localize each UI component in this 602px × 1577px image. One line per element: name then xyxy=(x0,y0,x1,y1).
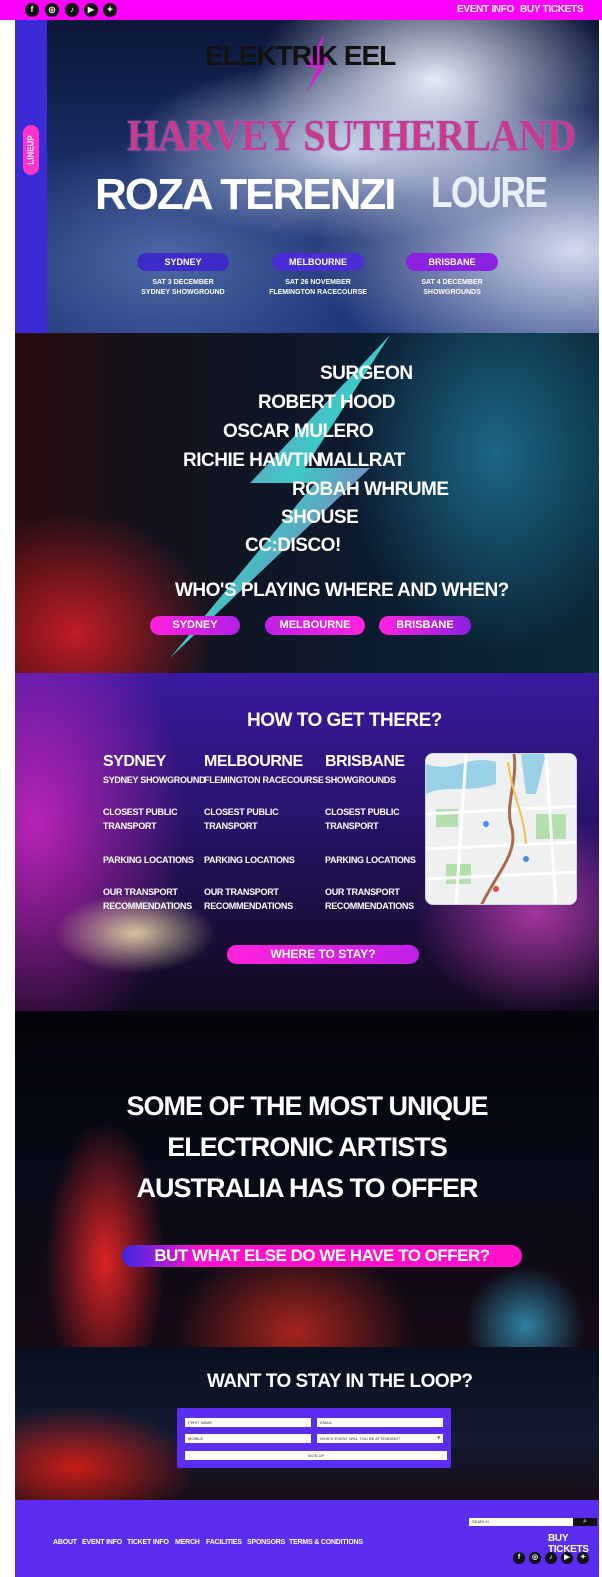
newsletter-section: WANT TO STAY IN THE LOOP? FIRST NAME EMA… xyxy=(15,1347,599,1500)
footer-buy-tickets[interactable]: BUY TICKETS xyxy=(548,1533,599,1555)
first-name-field[interactable]: FIRST NAME xyxy=(185,1418,311,1427)
tiktok-icon[interactable]: ♪ xyxy=(545,1552,557,1564)
public-transport-link[interactable]: CLOSEST PUBLIC TRANSPORT xyxy=(325,805,405,853)
how-to-get-there-title: HOW TO GET THERE? xyxy=(247,710,442,731)
where-to-stay-button[interactable]: WHERE TO STAY? xyxy=(227,945,419,964)
who-pill-brisbane[interactable]: BRISBANE xyxy=(379,616,471,635)
event-select-label: WHICH EVENT WILL YOU BE ATTENDING? xyxy=(320,1436,401,1441)
artist-shouse[interactable]: SHOUSE xyxy=(281,507,359,529)
transport-city: MELBOURNE xyxy=(204,753,303,770)
unique-line-3: AUSTRALIA HAS TO OFFER xyxy=(136,1173,479,1203)
facebook-icon[interactable]: f xyxy=(25,3,39,17)
parking-link[interactable]: PARKING LOCATIONS xyxy=(204,853,324,885)
email-field[interactable]: EMAIL xyxy=(317,1418,443,1427)
venue-text: SYDNEY SHOWGROUND xyxy=(141,289,225,296)
event-select[interactable]: WHICH EVENT WILL YOU BE ATTENDING? ▾ xyxy=(317,1434,443,1443)
transport-recommendations-link[interactable]: OUR TRANSPORT RECOMMENDATIONS xyxy=(204,885,294,933)
footer-link-about[interactable]: ABOUT xyxy=(53,1539,77,1546)
venue-text: FLEMINGTON RACECOURSE xyxy=(269,289,367,296)
twitter-icon[interactable]: ✦ xyxy=(103,3,117,17)
top-bar: f ◎ ♪ ▶ ✦ EVENT INFO BUY TICKETS xyxy=(0,0,602,20)
search-icon[interactable]: ⌕ xyxy=(573,1518,597,1526)
venue-text: SHOWGROUNDS xyxy=(423,289,481,296)
footer-link-event-info[interactable]: EVENT INFO xyxy=(82,1539,122,1546)
artist-mallrat[interactable]: MALLRAT xyxy=(318,450,405,472)
lineup-tab-label: LINEUP xyxy=(26,135,36,165)
who-pill-sydney[interactable]: SYDNEY xyxy=(150,616,240,635)
unique-artists-section: SOME OF THE MOST UNIQUE ELECTRONIC ARTIS… xyxy=(15,1011,599,1347)
hero-city-melbourne[interactable]: MELBOURNE xyxy=(272,253,364,271)
footer-link-terms[interactable]: TERMS & CONDITIONS xyxy=(289,1539,363,1546)
nav-buy-tickets[interactable]: BUY TICKETS xyxy=(520,4,584,15)
what-else-button[interactable]: BUT WHAT ELSE DO WE HAVE TO OFFER? xyxy=(122,1245,522,1267)
transport-recommendations-link[interactable]: OUR TRANSPORT RECOMMENDATIONS xyxy=(103,885,193,933)
artist-richie-hawtin[interactable]: RICHIE HAWTIN xyxy=(183,450,322,472)
youtube-icon[interactable]: ▶ xyxy=(561,1552,573,1564)
footer-link-sponsors[interactable]: SPONSORS xyxy=(247,1539,285,1546)
unique-line-1: SOME OF THE MOST UNIQUE xyxy=(126,1091,488,1121)
site-logo[interactable]: ELEKTRIK EEL xyxy=(205,40,396,72)
tiktok-icon[interactable]: ♪ xyxy=(65,3,79,17)
footer-search-input[interactable]: SEARCH xyxy=(469,1518,573,1526)
sign-up-button[interactable]: SIGN UP xyxy=(185,1451,447,1460)
twitter-icon[interactable]: ✦ xyxy=(577,1552,589,1564)
chevron-down-icon: ▾ xyxy=(437,1435,440,1441)
public-transport-link[interactable]: CLOSEST PUBLIC TRANSPORT xyxy=(103,805,183,853)
transport-venue: FLEMINGTON RACECOURSE xyxy=(204,775,324,785)
instagram-icon[interactable]: ◎ xyxy=(45,3,59,17)
footer-link-ticket-info[interactable]: TICKET INFO xyxy=(127,1539,169,1546)
footer-link-merch[interactable]: MERCH xyxy=(175,1539,200,1546)
headliner-roza-terenzi: ROZA TERENZI xyxy=(95,170,396,219)
public-transport-link[interactable]: CLOSEST PUBLIC TRANSPORT xyxy=(204,805,284,853)
mobile-field[interactable]: MOBILE xyxy=(185,1434,311,1443)
headliner-loure: LOURE xyxy=(431,168,548,217)
hero-city-brisbane[interactable]: BRISBANE xyxy=(406,253,498,271)
stay-in-loop-title: WANT TO STAY IN THE LOOP? xyxy=(207,1371,473,1392)
artist-cc-disco[interactable]: CC:DISCO! xyxy=(245,535,341,557)
nav-event-info[interactable]: EVENT INFO xyxy=(457,4,514,15)
lineup-sidebar: LINEUP xyxy=(15,20,47,333)
page: LINEUP ELEKTRIK EEL HARVEY SUTHERLAND RO… xyxy=(15,0,599,1577)
hero-date-brisbane: SAT 4 DECEMBER SHOWGROUNDS xyxy=(392,278,512,298)
youtube-icon[interactable]: ▶ xyxy=(84,3,98,17)
hero-date-sydney: SAT 3 DECEMBER SYDNEY SHOWGROUND xyxy=(123,278,243,298)
lineup-section: SURGEON ROBERT HOOD OSCAR MULERO RICHIE … xyxy=(15,333,599,673)
date-text: SAT 3 DECEMBER xyxy=(152,279,214,286)
transport-section: HOW TO GET THERE? SYDNEY SYDNEY SHOWGROU… xyxy=(15,673,599,1011)
artist-surgeon[interactable]: SURGEON xyxy=(320,363,413,385)
venue-map[interactable] xyxy=(425,753,577,905)
lineup-tab[interactable]: LINEUP xyxy=(23,125,39,175)
who-playing-title: WHO'S PLAYING WHERE AND WHEN? xyxy=(175,580,509,601)
headliner-harvey-sutherland: HARVEY SUTHERLAND xyxy=(127,111,576,160)
unique-line-2: ELECTRONIC ARTISTS xyxy=(167,1132,448,1162)
instagram-icon[interactable]: ◎ xyxy=(529,1552,541,1564)
map-graphic xyxy=(426,754,576,904)
newsletter-form: FIRST NAME EMAIL MOBILE WHICH EVENT WILL… xyxy=(177,1408,451,1468)
artist-oscar-mulero[interactable]: OSCAR MULERO xyxy=(223,421,374,443)
footer: ABOUT EVENT INFO TICKET INFO MERCH FACIL… xyxy=(15,1500,599,1577)
hero-section: LINEUP ELEKTRIK EEL HARVEY SUTHERLAND RO… xyxy=(15,20,599,333)
facebook-icon[interactable]: f xyxy=(513,1552,525,1564)
transport-col-melbourne: MELBOURNE FLEMINGTON RACECOURSE CLOSEST … xyxy=(204,753,324,933)
hero-city-sydney[interactable]: SYDNEY xyxy=(137,253,229,271)
artist-robert-hood[interactable]: ROBERT HOOD xyxy=(258,392,396,414)
who-pill-melbourne[interactable]: MELBOURNE xyxy=(265,616,365,635)
artist-robah-whrume[interactable]: ROBAH WHRUME xyxy=(292,479,449,501)
footer-link-facilities[interactable]: FACILITIES xyxy=(206,1539,242,1546)
date-text: SAT 4 DECEMBER xyxy=(421,279,483,286)
date-text: SAT 26 NOVEMBER xyxy=(285,279,351,286)
transport-recommendations-link[interactable]: OUR TRANSPORT RECOMMENDATIONS xyxy=(325,885,415,933)
hero-date-melbourne: SAT 26 NOVEMBER FLEMINGTON RACECOURSE xyxy=(258,278,378,298)
